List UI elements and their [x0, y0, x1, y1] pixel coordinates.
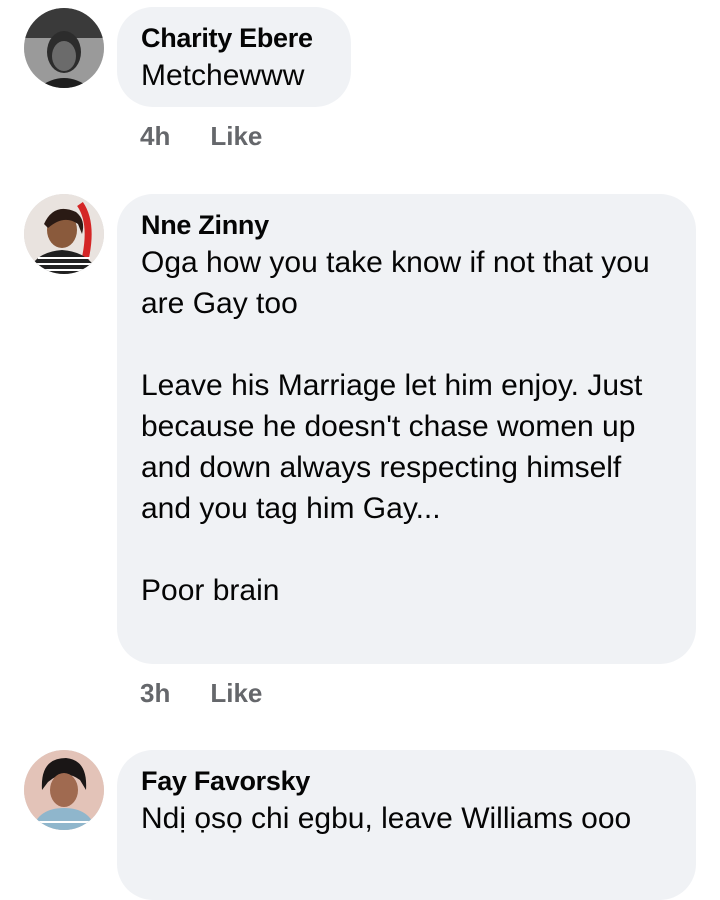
comment-item: Fay Favorsky Ndị ọsọ chi egbu, leave Wil…: [0, 0, 720, 900]
comment-text: Ndị ọsọ chi egbu, leave Williams ooo: [141, 802, 632, 835]
comment-author[interactable]: Fay Favorsky: [141, 764, 672, 798]
comment-bubble: Fay Favorsky Ndị ọsọ chi egbu, leave Wil…: [117, 750, 696, 900]
avatar[interactable]: [24, 750, 104, 830]
